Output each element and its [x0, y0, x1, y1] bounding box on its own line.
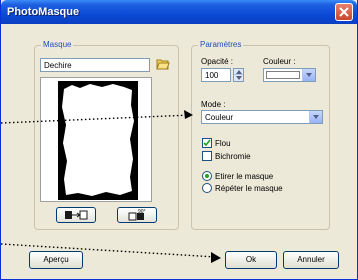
masque-legend: Masque: [41, 40, 74, 49]
couleur-swatch: [266, 71, 300, 79]
couleur-select[interactable]: [263, 68, 316, 82]
window-title: PhotoMasque: [7, 6, 80, 18]
opacite-spinner[interactable]: [233, 68, 244, 82]
flip-horizontal-icon: [65, 210, 88, 220]
etirer-radio[interactable]: [202, 171, 212, 181]
flou-checkbox[interactable]: [202, 138, 212, 148]
flou-label: Flou: [215, 139, 231, 148]
mode-label: Mode :: [201, 100, 226, 109]
opacite-label: Opacité :: [201, 57, 234, 66]
folder-open-icon[interactable]: [156, 58, 170, 70]
svg-text:90°: 90°: [138, 209, 146, 215]
annuler-button[interactable]: Annuler: [283, 251, 339, 269]
mask-preview-image: [58, 81, 138, 200]
parametres-legend: Paramètres: [198, 40, 244, 49]
repeter-label: Répéter le masque: [215, 184, 283, 193]
mode-dropdown-arrow[interactable]: [309, 111, 322, 123]
repeter-radio[interactable]: [202, 183, 212, 193]
checkmark-icon: [203, 139, 211, 147]
couleur-dropdown-arrow[interactable]: [302, 69, 315, 81]
masque-field[interactable]: Dechire: [40, 58, 150, 72]
photomasque-dialog: PhotoMasque Masque Dechire 90° Paramètre…: [0, 0, 358, 280]
mask-preview: [40, 77, 152, 202]
mode-select[interactable]: Couleur: [201, 110, 323, 124]
etirer-label: Etirer le masque: [215, 172, 274, 181]
rotate-button[interactable]: 90°: [117, 207, 157, 223]
title-bar[interactable]: PhotoMasque: [1, 0, 357, 24]
bichromie-checkbox[interactable]: [202, 151, 212, 161]
apercu-button[interactable]: Aperçu: [29, 251, 83, 269]
spin-down-icon: [236, 76, 242, 80]
rotate-90-icon: 90°: [128, 209, 146, 221]
ok-button[interactable]: Ok: [225, 251, 277, 269]
chevron-down-icon: [306, 73, 312, 77]
chevron-down-icon: [313, 115, 319, 119]
close-button[interactable]: [335, 3, 353, 21]
mode-value: Couleur: [205, 113, 234, 122]
couleur-label: Couleur :: [263, 57, 296, 66]
close-icon: [339, 7, 349, 17]
bichromie-label: Bichromie: [215, 152, 251, 161]
opacite-input[interactable]: 100: [201, 68, 231, 82]
spin-up-icon: [236, 70, 242, 74]
flip-button[interactable]: [56, 207, 96, 223]
